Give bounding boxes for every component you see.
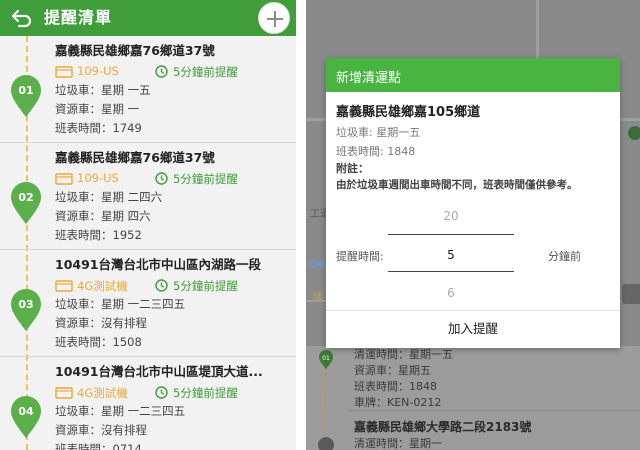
- truck-id: 109-US: [77, 64, 119, 78]
- truck-icon: [55, 387, 73, 399]
- reminder-address: 嘉義縣民雄鄉嘉76鄉道37號: [55, 150, 215, 165]
- sheet-address[interactable]: 嘉義縣民雄鄉大學路二段2183號: [354, 418, 531, 435]
- clock-icon: [155, 65, 168, 78]
- reminder-address: 10491台灣台北市中山區堤頂大道...: [55, 364, 263, 379]
- garbage-days: 垃圾車：星期 一二三四五: [55, 404, 186, 418]
- picker-unit: 分鐘前: [548, 250, 581, 263]
- dialog-garbage-days: 垃圾車: 星期一五: [336, 126, 421, 139]
- pin-number: 04: [18, 405, 34, 418]
- remind-time: 5分鐘前提醒: [173, 386, 238, 400]
- clock-icon: [155, 279, 168, 292]
- reminder-item[interactable]: 03 10491台灣台北市中山區內湖路一段 4G測試機 5分鐘前提醒垃圾車：星期 一二…: [0, 250, 296, 357]
- picker-next-value[interactable]: 6: [388, 286, 514, 300]
- plus-icon: [267, 11, 283, 27]
- sheet-line: 清運時間：星期一: [354, 437, 442, 450]
- dialog-schedule: 班表時間: 1848: [336, 145, 416, 158]
- sheet-line: 車牌：KEN-0212: [354, 396, 442, 409]
- add-point-dialog: 新增清運點 嘉義縣民雄鄉嘉105鄉道 垃圾車: 星期一五 班表時間: 1848 …: [326, 58, 620, 348]
- garbage-days: 垃圾車：星期 一五: [55, 83, 151, 97]
- truck-icon: [55, 66, 73, 78]
- map-layer-icon[interactable]: [622, 284, 640, 304]
- dialog-divider: [326, 310, 620, 311]
- pin-number: 01: [18, 84, 34, 97]
- schedule-time: 班表時間：1952: [55, 228, 142, 242]
- panel-divider: [296, 0, 306, 450]
- sheet-line: 班表時間：1848: [354, 380, 437, 393]
- sheet-line: 清運時間：星期一五: [354, 348, 453, 361]
- reminder-item[interactable]: 04 10491台灣台北市中山區堤頂大道... 4G測試機 5分鐘前提醒垃圾車：星期 …: [0, 357, 296, 450]
- page-title: 提醒清單: [44, 8, 113, 27]
- map-pin-icon[interactable]: [628, 126, 640, 140]
- reminder-address: 10491台灣台北市中山區內湖路一段: [55, 257, 261, 272]
- garbage-days: 垃圾車：星期 二四六: [55, 190, 163, 204]
- reminder-item[interactable]: 02 嘉義縣民雄鄉嘉76鄉道37號 109-US 5分鐘前提醒 垃圾車：星期 二四六 資源…: [0, 143, 296, 250]
- picker-label: 提醒時間:: [336, 250, 384, 263]
- truck-id: 4G測試機: [77, 279, 128, 293]
- remind-time: 5分鐘前提醒: [173, 279, 238, 293]
- sheet-pin-icon: 01: [319, 350, 333, 369]
- picker-prev-value[interactable]: 20: [388, 209, 514, 223]
- dialog-title: 新增清運點: [336, 71, 402, 86]
- remind-time: 5分鐘前提醒: [173, 172, 238, 186]
- app-bar: 提醒清單: [0, 0, 296, 36]
- reminder-address: 嘉義縣民雄鄉嘉76鄉道37號: [55, 43, 215, 58]
- dialog-address: 嘉義縣民雄鄉嘉105鄉道: [336, 105, 481, 120]
- dialog-header: 新增清運點: [326, 58, 620, 92]
- recycle-days: 資源車：星期 四六: [55, 209, 151, 223]
- truck-icon: [55, 173, 73, 185]
- sheet-pin-icon: [318, 437, 334, 450]
- map-logo: Go: [308, 257, 327, 271]
- recycle-days: 資源車：沒有排程: [55, 316, 147, 330]
- pin-number: 03: [18, 298, 34, 311]
- add-point-screen: Go 工道 請 01 清運時間：星期一五 資源車：星期五 班表時間：1848 車…: [306, 0, 640, 450]
- dialog-note: 由於垃圾車週間出車時間不同，班表時間僅供參考。: [336, 179, 578, 191]
- reminder-list-screen: 提醒清單 01 嘉義縣民雄鄉嘉76鄉道37號 109-US 5分鐘前提醒 垃圾車：星期 …: [0, 0, 296, 450]
- sheet-divider: [348, 410, 640, 411]
- garbage-days: 垃圾車：星期 一二三四五: [55, 297, 186, 311]
- schedule-time: 班表時間：1749: [55, 121, 142, 135]
- picker-divider: [388, 271, 514, 272]
- schedule-time: 班表時間：0714: [55, 442, 142, 450]
- remind-time: 5分鐘前提醒: [173, 65, 238, 79]
- picker-divider: [388, 234, 514, 235]
- back-arrow-icon[interactable]: [10, 6, 34, 30]
- add-button[interactable]: [258, 2, 290, 34]
- reminder-item[interactable]: 01 嘉義縣民雄鄉嘉76鄉道37號 109-US 5分鐘前提醒垃圾車：星期 一五 資源車…: [0, 36, 296, 143]
- sheet-line: 資源車：星期五: [354, 364, 431, 377]
- sheet-pin-number: 01: [322, 355, 330, 362]
- map-hint-text: 請: [312, 291, 323, 304]
- clock-icon: [155, 172, 168, 185]
- truck-id: 4G測試機: [77, 386, 128, 400]
- dialog-note-label: 附註：: [336, 162, 369, 175]
- truck-icon: [55, 280, 73, 292]
- add-reminder-button[interactable]: 加入提醒: [326, 312, 620, 346]
- pin-number: 02: [18, 191, 34, 204]
- truck-id: 109-US: [77, 171, 119, 185]
- recycle-days: 資源車：沒有排程: [55, 423, 147, 437]
- clock-icon: [155, 386, 168, 399]
- recycle-days: 資源車：星期 一: [55, 102, 140, 116]
- picker-current-value[interactable]: 5: [388, 248, 514, 262]
- schedule-time: 班表時間：1508: [55, 335, 142, 349]
